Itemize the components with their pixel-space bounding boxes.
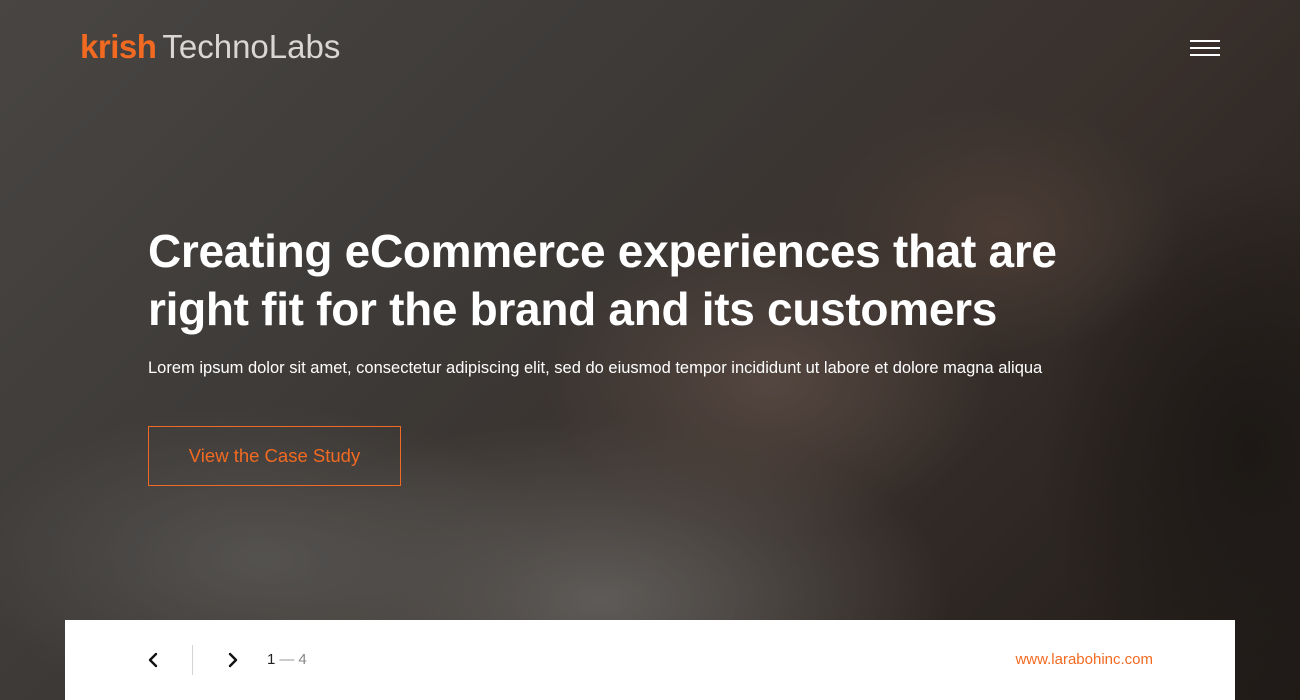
slider-divider [192, 645, 193, 675]
logo[interactable]: krish TechnoLabs [80, 28, 340, 66]
slide-total: 4 [298, 651, 307, 668]
headline-line-1: Creating eCommerce experiences that are [148, 225, 1057, 277]
headline-line-2: right fit for the brand and its customer… [148, 283, 997, 335]
slider-controls: 1—4 www.larabohinc.com [65, 620, 1235, 700]
hamburger-menu-icon[interactable] [1188, 38, 1220, 58]
logo-technolabs-text: TechnoLabs [162, 28, 341, 65]
slide-counter: 1—4 [267, 650, 307, 670]
website-link[interactable]: www.larabohinc.com [1015, 650, 1153, 670]
hero-headline: Creating eCommerce experiences that are … [148, 222, 1148, 338]
slide-current: 1 [267, 651, 276, 668]
chevron-left-icon[interactable] [141, 648, 165, 672]
slide-separator: — [279, 651, 295, 668]
menu-line [1190, 47, 1220, 49]
menu-line [1190, 40, 1220, 42]
view-case-study-button[interactable]: View the Case Study [148, 426, 401, 486]
hero-background-image [0, 0, 1300, 700]
menu-line [1190, 54, 1220, 56]
chevron-right-icon[interactable] [221, 648, 245, 672]
hero-overlay [0, 0, 1300, 700]
hero-subtext: Lorem ipsum dolor sit amet, consectetur … [148, 359, 1043, 377]
logo-krish-text: krish [80, 28, 157, 65]
